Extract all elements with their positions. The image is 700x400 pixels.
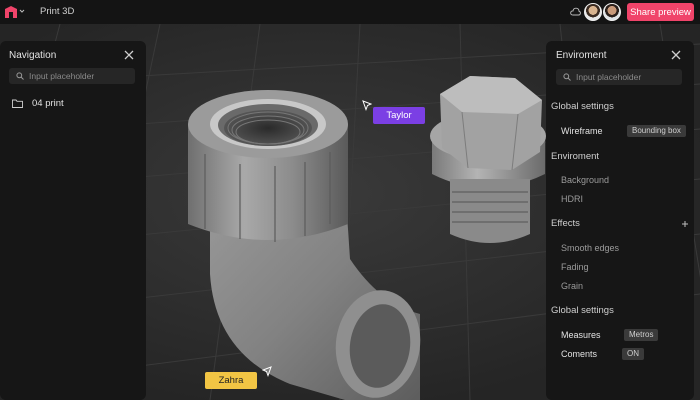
logo-icon[interactable] bbox=[4, 5, 18, 19]
collaborator-tag-taylor: Taylor bbox=[373, 107, 425, 124]
measures-label: Measures bbox=[561, 330, 601, 340]
section-heading-global-settings-2: Global settings bbox=[551, 305, 614, 316]
collaborator-tag-zahra: Zahra bbox=[205, 372, 257, 389]
smooth-edges-option[interactable]: Smooth edges bbox=[561, 243, 619, 253]
section-heading-effects: Effects bbox=[551, 218, 580, 229]
wireframe-label: Wireframe bbox=[561, 126, 603, 136]
coments-label: Coments bbox=[561, 349, 598, 359]
hex-cap-fitting bbox=[430, 76, 546, 243]
close-icon[interactable] bbox=[124, 50, 134, 60]
wireframe-select[interactable]: Bounding box bbox=[627, 125, 686, 137]
environment-panel: Enviroment Global settings Wireframe Bou… bbox=[546, 41, 694, 400]
cloud-icon[interactable] bbox=[570, 7, 581, 16]
search-icon bbox=[16, 72, 24, 80]
share-preview-button[interactable]: Share preview bbox=[627, 3, 694, 21]
navigation-panel: Navigation 04 print bbox=[0, 41, 146, 400]
coments-toggle[interactable]: ON bbox=[622, 348, 644, 360]
section-heading-enviroment: Enviroment bbox=[551, 151, 600, 162]
fading-option[interactable]: Fading bbox=[561, 262, 589, 272]
avatar[interactable] bbox=[584, 3, 602, 21]
list-item[interactable]: 04 print bbox=[12, 97, 132, 111]
cursor-icon bbox=[362, 100, 372, 111]
cursor-icon bbox=[262, 366, 272, 377]
navigation-search[interactable] bbox=[9, 68, 135, 84]
chevron-down-icon[interactable] bbox=[19, 8, 25, 14]
app-title: Print 3D bbox=[40, 6, 75, 17]
plus-icon[interactable] bbox=[682, 221, 688, 227]
environment-search-input[interactable] bbox=[576, 69, 676, 85]
background-option[interactable]: Background bbox=[561, 175, 609, 185]
elbow-fitting bbox=[188, 90, 421, 400]
search-icon bbox=[563, 73, 571, 81]
top-bar: Print 3D Share preview bbox=[0, 0, 700, 24]
navigation-search-input[interactable] bbox=[29, 68, 129, 84]
section-heading-global-settings: Global settings bbox=[551, 101, 614, 112]
hdri-option[interactable]: HDRI bbox=[561, 194, 583, 204]
avatar[interactable] bbox=[603, 3, 621, 21]
environment-title: Enviroment bbox=[556, 50, 607, 61]
navigation-title: Navigation bbox=[9, 50, 57, 61]
close-icon[interactable] bbox=[671, 50, 681, 60]
grain-option[interactable]: Grain bbox=[561, 281, 583, 291]
folder-icon bbox=[12, 99, 23, 108]
environment-search[interactable] bbox=[556, 69, 682, 85]
measures-select[interactable]: Metros bbox=[624, 329, 659, 341]
folder-label: 04 print bbox=[32, 98, 64, 109]
